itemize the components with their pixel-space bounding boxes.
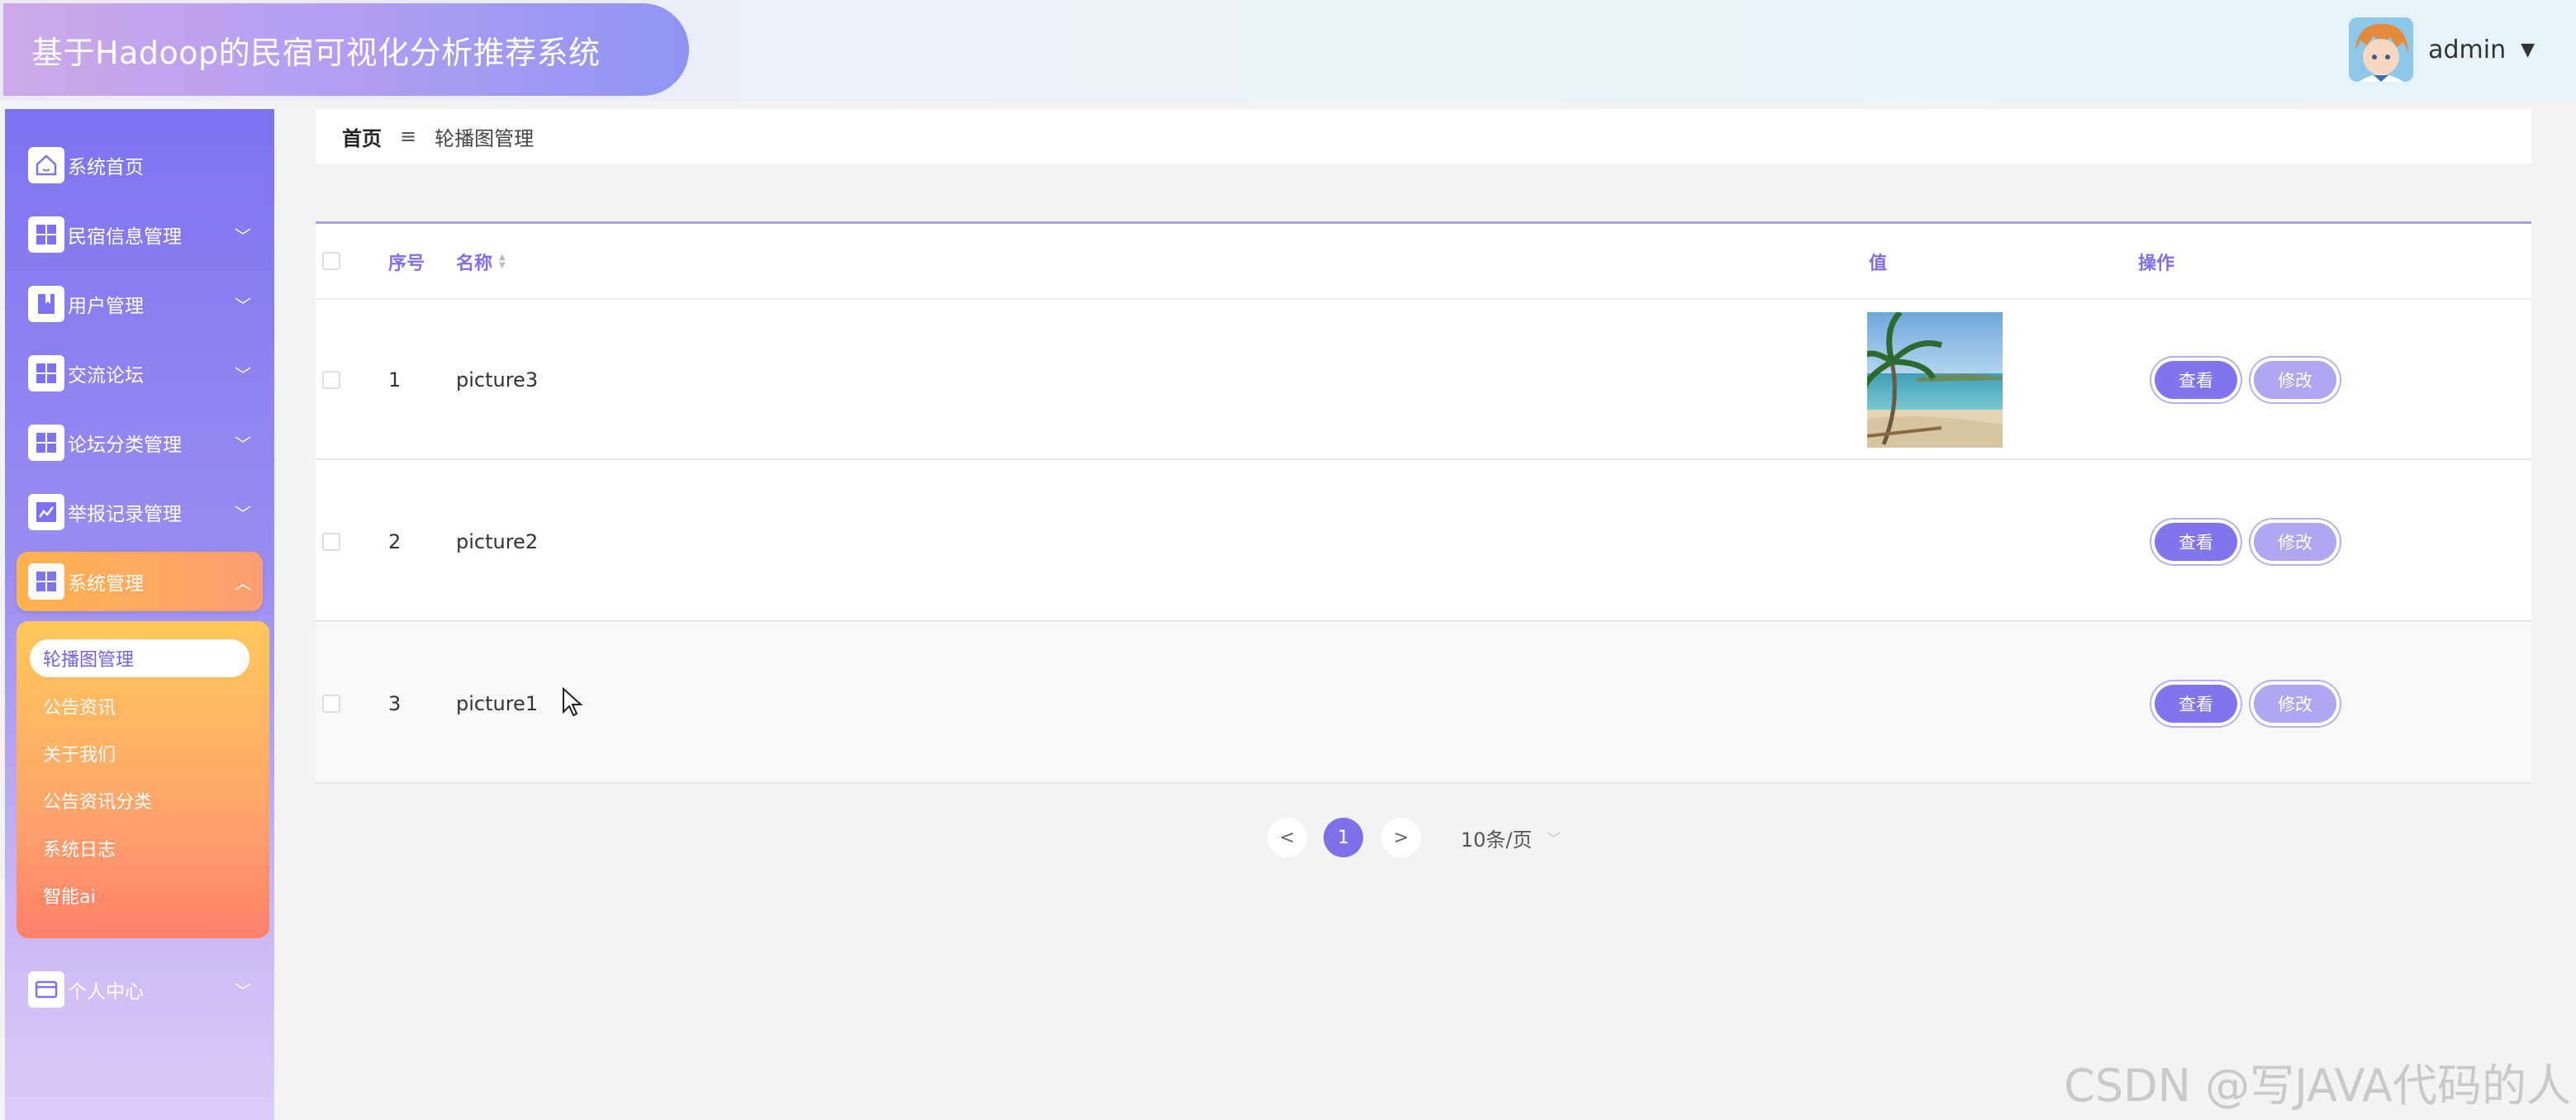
sidebar-item-label: 交流论坛 bbox=[68, 365, 144, 387]
avatar[interactable] bbox=[2349, 17, 2414, 82]
sidebar-item-label: 个人中心 bbox=[68, 981, 144, 1003]
row-index: 2 bbox=[388, 530, 402, 553]
prev-page-button[interactable]: < bbox=[1267, 818, 1307, 857]
grid-icon bbox=[28, 216, 64, 253]
table-row: 1 picture3 查看 修改 bbox=[316, 300, 2531, 460]
row-name: picture3 bbox=[456, 368, 539, 392]
submenu-item-announcement-category[interactable]: 公告资讯分类 bbox=[30, 781, 250, 819]
chevron-down-icon: ﹀ bbox=[235, 295, 251, 316]
row-checkbox[interactable] bbox=[322, 371, 340, 389]
breadcrumb-home[interactable]: 首页 bbox=[342, 122, 382, 151]
page-size-select[interactable]: 10条/页 ﹀ bbox=[1461, 818, 1561, 857]
column-header-index: 序号 bbox=[388, 254, 425, 274]
sidebar-item-home[interactable]: 系统首页 bbox=[17, 135, 263, 195]
submenu-item-about[interactable]: 关于我们 bbox=[30, 734, 250, 772]
grid-icon bbox=[28, 563, 64, 600]
row-name: picture1 bbox=[456, 692, 539, 715]
next-page-button[interactable]: > bbox=[1381, 818, 1421, 857]
column-header-value: 值 bbox=[1869, 254, 1888, 274]
page-1-button[interactable]: 1 bbox=[1324, 818, 1363, 857]
submenu-item-carousel[interactable]: 轮播图管理 bbox=[30, 639, 250, 677]
card-icon bbox=[28, 971, 64, 1008]
watermark: CSDN @写JAVA代码的人 bbox=[2063, 1060, 2571, 1112]
view-button[interactable]: 查看 bbox=[2155, 361, 2237, 399]
grid-icon bbox=[28, 425, 64, 461]
chevron-down-icon: ﹀ bbox=[235, 364, 251, 385]
table-header: 序号 名称 ▲ ▼ 值 操作 bbox=[316, 224, 2531, 300]
sidebar-item-label: 系统管理 bbox=[68, 573, 144, 595]
view-button[interactable]: 查看 bbox=[2155, 523, 2237, 561]
submenu-item-announcements[interactable]: 公告资讯 bbox=[30, 687, 250, 725]
sidebar: 系统首页 民宿信息管理 ﹀ 用户管理 ﹀ 交流论坛 ﹀ 论坛分类管理 ﹀ 举报记… bbox=[5, 109, 274, 1120]
column-header-name[interactable]: 名称 ▲ ▼ bbox=[456, 224, 506, 300]
chevron-down-icon: ﹀ bbox=[235, 503, 251, 524]
system-submenu: 轮播图管理 公告资讯 关于我们 公告资讯分类 系统日志 智能ai bbox=[17, 621, 269, 938]
sidebar-item-label: 论坛分类管理 bbox=[68, 434, 182, 456]
edit-button[interactable]: 修改 bbox=[2254, 523, 2336, 561]
app-title-banner: 基于Hadoop的民宿可视化分析推荐系统 bbox=[3, 3, 689, 96]
breadcrumb: 首页 ≡ 轮播图管理 bbox=[316, 109, 2531, 164]
breadcrumb-separator-icon: ≡ bbox=[400, 125, 417, 148]
column-header-actions: 操作 bbox=[2138, 254, 2175, 274]
row-checkbox[interactable] bbox=[322, 533, 340, 551]
sidebar-item-forum[interactable]: 交流论坛 ﹀ bbox=[17, 344, 263, 403]
sidebar-item-system[interactable]: 系统管理 ︿ bbox=[17, 552, 263, 611]
beach-thumbnail[interactable] bbox=[1867, 312, 2003, 448]
chevron-down-icon: ﹀ bbox=[235, 225, 251, 246]
table-row: 3 picture1 查看 修改 bbox=[316, 624, 2531, 784]
chart-icon bbox=[28, 494, 64, 530]
sidebar-item-label: 系统首页 bbox=[68, 157, 144, 178]
mouse-cursor-icon bbox=[563, 687, 583, 717]
sidebar-item-label: 民宿信息管理 bbox=[68, 226, 182, 248]
user-name[interactable]: admin bbox=[2428, 36, 2506, 64]
edit-button[interactable]: 修改 bbox=[2254, 685, 2336, 723]
table-row: 2 picture2 查看 修改 bbox=[316, 462, 2531, 622]
caret-down-icon[interactable]: ▼ bbox=[2521, 40, 2535, 60]
chevron-down-icon: ﹀ bbox=[1547, 831, 1561, 847]
sidebar-item-profile[interactable]: 个人中心 ﹀ bbox=[17, 960, 263, 1019]
breadcrumb-current: 轮播图管理 bbox=[435, 126, 535, 150]
chevron-up-icon: ︿ bbox=[235, 572, 251, 593]
sidebar-item-label: 用户管理 bbox=[68, 296, 144, 317]
carousel-table: 序号 名称 ▲ ▼ 值 操作 1 picture3 查看 修改 2 pictur… bbox=[316, 221, 2531, 784]
bookmark-icon bbox=[28, 286, 64, 322]
column-header-name-label: 名称 bbox=[456, 254, 493, 274]
edit-button[interactable]: 修改 bbox=[2254, 361, 2336, 399]
grid-icon bbox=[28, 355, 64, 392]
view-button[interactable]: 查看 bbox=[2155, 685, 2237, 723]
sort-icon[interactable]: ▲ ▼ bbox=[499, 254, 506, 270]
row-index: 1 bbox=[388, 368, 402, 392]
chevron-down-icon: ﹀ bbox=[235, 434, 251, 454]
row-name: picture2 bbox=[456, 530, 539, 553]
submenu-item-system-log[interactable]: 系统日志 bbox=[30, 829, 250, 867]
app-title: 基于Hadoop的民宿可视化分析推荐系统 bbox=[31, 34, 601, 71]
row-index: 3 bbox=[388, 692, 402, 715]
sidebar-item-forum-category[interactable]: 论坛分类管理 ﹀ bbox=[17, 413, 263, 472]
top-header: 基于Hadoop的民宿可视化分析推荐系统 admin ▼ bbox=[0, 0, 2576, 101]
sidebar-item-homestay[interactable]: 民宿信息管理 ﹀ bbox=[17, 205, 263, 264]
sidebar-item-label: 举报记录管理 bbox=[68, 504, 182, 525]
select-all-checkbox[interactable] bbox=[322, 252, 340, 270]
page-size-value: 10条/页 bbox=[1461, 828, 1533, 852]
home-icon bbox=[28, 147, 64, 183]
sidebar-item-reports[interactable]: 举报记录管理 ﹀ bbox=[17, 482, 263, 542]
sidebar-item-users[interactable]: 用户管理 ﹀ bbox=[17, 274, 263, 334]
user-menu[interactable]: admin ▼ bbox=[2349, 17, 2535, 83]
submenu-item-ai[interactable]: 智能ai bbox=[30, 876, 250, 914]
row-value-image[interactable] bbox=[1867, 300, 2003, 460]
row-checkbox[interactable] bbox=[322, 695, 340, 713]
chevron-down-icon: ﹀ bbox=[235, 980, 251, 1001]
